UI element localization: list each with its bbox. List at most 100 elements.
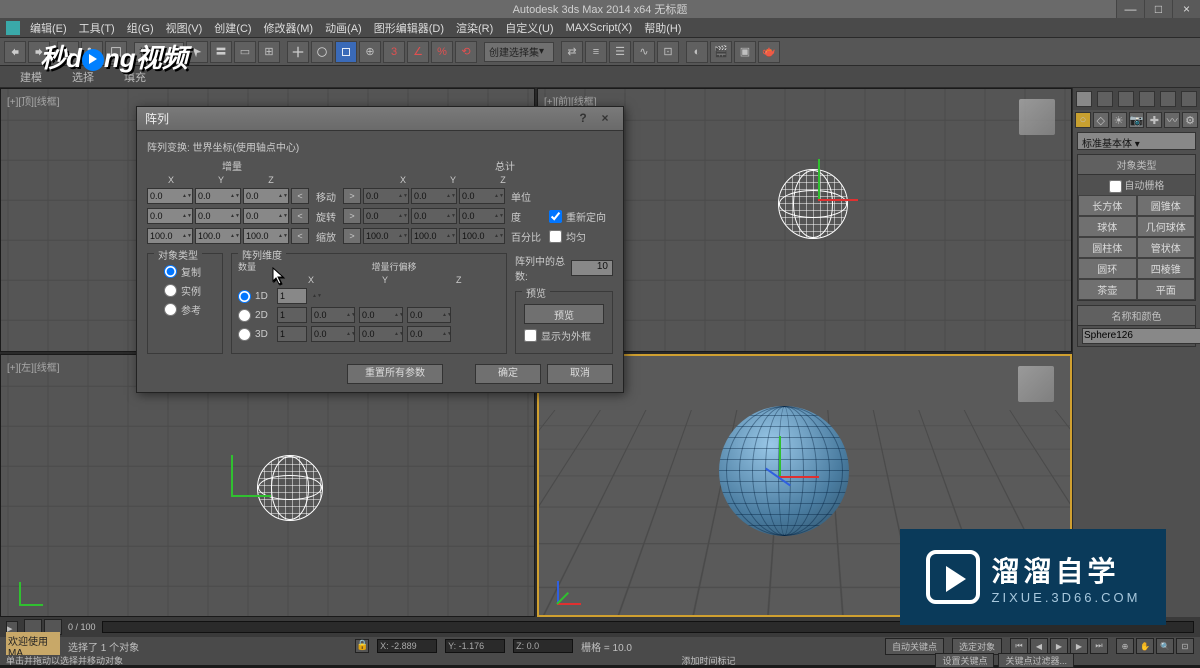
move-right-button[interactable]: > <box>343 188 361 204</box>
space-warps-icon[interactable]: 〰 <box>1164 112 1180 128</box>
dialog-close-button[interactable]: × <box>595 111 615 127</box>
menu-create[interactable]: 创建(C) <box>208 20 257 36</box>
rotate-tot-y-spinner[interactable]: ▲▼ <box>411 208 457 224</box>
snap-toggle-icon[interactable]: 3 <box>383 41 405 63</box>
mirror-icon[interactable]: ⇄ <box>561 41 583 63</box>
modify-tab-icon[interactable] <box>1097 91 1113 107</box>
viewcube-icon[interactable] <box>1018 366 1054 402</box>
schematic-icon[interactable]: ⊡ <box>657 41 679 63</box>
dialog-help-button[interactable]: ? <box>573 111 593 127</box>
3d-count-spinner[interactable]: ▲▼ <box>277 326 307 342</box>
move-gizmo[interactable] <box>788 169 848 229</box>
lock-icon[interactable]: 🔒 <box>355 639 369 653</box>
move-left-button[interactable]: < <box>291 188 309 204</box>
reset-all-button[interactable]: 重置所有参数 <box>347 364 443 384</box>
sphere-wireframe[interactable] <box>257 455 323 521</box>
layers-icon[interactable]: ☰ <box>609 41 631 63</box>
scale-icon[interactable] <box>335 41 357 63</box>
3d-radio[interactable] <box>238 328 251 341</box>
z-coord-input[interactable] <box>513 639 573 653</box>
cylinder-button[interactable]: 圆柱体 <box>1078 237 1137 258</box>
3d-z-spinner[interactable]: ▲▼ <box>407 326 451 342</box>
scale-right-button[interactable]: > <box>343 228 361 244</box>
render-setup-icon[interactable]: 🎬 <box>710 41 732 63</box>
rotate-inc-y-spinner[interactable]: ▲▼ <box>195 208 241 224</box>
ok-button[interactable]: 确定 <box>475 364 541 384</box>
geometry-icon[interactable]: ○ <box>1075 112 1091 128</box>
keyfilter-button[interactable]: 关键点过滤器... <box>998 653 1074 668</box>
scale-tot-x-spinner[interactable]: ▲▼ <box>363 228 409 244</box>
2d-x-spinner[interactable]: ▲▼ <box>311 307 355 323</box>
rotate-right-button[interactable]: > <box>343 208 361 224</box>
cone-button[interactable]: 圆锥体 <box>1137 195 1196 216</box>
dialog-title-bar[interactable]: 阵列 ? × <box>137 107 623 131</box>
move-gizmo[interactable] <box>201 465 261 525</box>
sphere-button[interactable]: 球体 <box>1078 216 1137 237</box>
display-tab-icon[interactable] <box>1160 91 1176 107</box>
helpers-icon[interactable]: ✚ <box>1146 112 1162 128</box>
close-button[interactable]: × <box>1172 0 1200 18</box>
move-tot-z-spinner[interactable]: ▲▼ <box>459 188 505 204</box>
teapot-button[interactable]: 茶壶 <box>1078 279 1137 300</box>
plane-button[interactable]: 平面 <box>1137 279 1196 300</box>
select-name-icon[interactable] <box>210 41 232 63</box>
object-name-input[interactable] <box>1082 328 1200 344</box>
material-editor-icon[interactable]: ◐ <box>686 41 708 63</box>
nav-icon[interactable]: ✋ <box>1136 638 1154 654</box>
tube-button[interactable]: 管状体 <box>1137 237 1196 258</box>
instance-radio[interactable] <box>164 284 177 297</box>
menu-tools[interactable]: 工具(T) <box>73 20 121 36</box>
reference-radio[interactable] <box>164 303 177 316</box>
rotate-tot-z-spinner[interactable]: ▲▼ <box>459 208 505 224</box>
scale-left-button[interactable]: < <box>291 228 309 244</box>
preview-button[interactable]: 预览 <box>524 304 604 324</box>
menu-graph[interactable]: 图形编辑器(D) <box>368 20 450 36</box>
display-brackets-checkbox[interactable] <box>524 329 537 342</box>
scale-inc-x-spinner[interactable]: ▲▼ <box>147 228 193 244</box>
uniform-checkbox[interactable] <box>549 230 562 243</box>
category-dropdown[interactable]: 标准基本体 ▾ <box>1077 132 1196 150</box>
ref-coord-icon[interactable]: ⊕ <box>359 41 381 63</box>
object-type-rollout[interactable]: 对象类型 <box>1078 155 1195 175</box>
select-region-icon[interactable]: ▭ <box>234 41 256 63</box>
hierarchy-tab-icon[interactable] <box>1118 91 1134 107</box>
autogrid-checkbox[interactable] <box>1109 180 1122 193</box>
move-tot-x-spinner[interactable]: ▲▼ <box>363 188 409 204</box>
3d-y-spinner[interactable]: ▲▼ <box>359 326 403 342</box>
menu-animation[interactable]: 动画(A) <box>319 20 368 36</box>
spinner-snap-icon[interactable]: ⟲ <box>455 41 477 63</box>
move-gizmo[interactable] <box>749 446 809 506</box>
menu-help[interactable]: 帮助(H) <box>638 20 687 36</box>
1d-radio[interactable] <box>238 290 251 303</box>
lights-icon[interactable]: ☀ <box>1111 112 1127 128</box>
nav-icon[interactable]: ⊕ <box>1116 638 1134 654</box>
x-coord-input[interactable] <box>377 639 437 653</box>
maximize-button[interactable]: □ <box>1144 0 1172 18</box>
move-tot-y-spinner[interactable]: ▲▼ <box>411 188 457 204</box>
motion-tab-icon[interactable] <box>1139 91 1155 107</box>
move-inc-y-spinner[interactable]: ▲▼ <box>195 188 241 204</box>
menu-render[interactable]: 渲染(R) <box>450 20 499 36</box>
scale-tot-z-spinner[interactable]: ▲▼ <box>459 228 505 244</box>
percent-snap-icon[interactable]: % <box>431 41 453 63</box>
copy-radio[interactable] <box>164 265 177 278</box>
geosphere-button[interactable]: 几何球体 <box>1137 216 1196 237</box>
2d-z-spinner[interactable]: ▲▼ <box>407 307 451 323</box>
nav-icon[interactable]: 🔍 <box>1156 638 1174 654</box>
1d-count-spinner[interactable]: ▲▼ <box>277 288 307 304</box>
scale-inc-z-spinner[interactable]: ▲▼ <box>243 228 289 244</box>
2d-radio[interactable] <box>238 309 251 322</box>
menu-maxscript[interactable]: MAXScript(X) <box>560 22 639 34</box>
2d-count-spinner[interactable]: ▲▼ <box>277 307 307 323</box>
move-inc-z-spinner[interactable]: ▲▼ <box>243 188 289 204</box>
y-coord-input[interactable] <box>445 639 505 653</box>
name-color-rollout[interactable]: 名称和颜色 <box>1078 306 1195 326</box>
menu-modifiers[interactable]: 修改器(M) <box>258 20 320 36</box>
rotate-inc-x-spinner[interactable]: ▲▼ <box>147 208 193 224</box>
rotate-left-button[interactable]: < <box>291 208 309 224</box>
undo-icon[interactable] <box>4 41 26 63</box>
shapes-icon[interactable]: ◇ <box>1093 112 1109 128</box>
angle-snap-icon[interactable]: ∠ <box>407 41 429 63</box>
torus-button[interactable]: 圆环 <box>1078 258 1137 279</box>
menu-customize[interactable]: 自定义(U) <box>499 20 559 36</box>
